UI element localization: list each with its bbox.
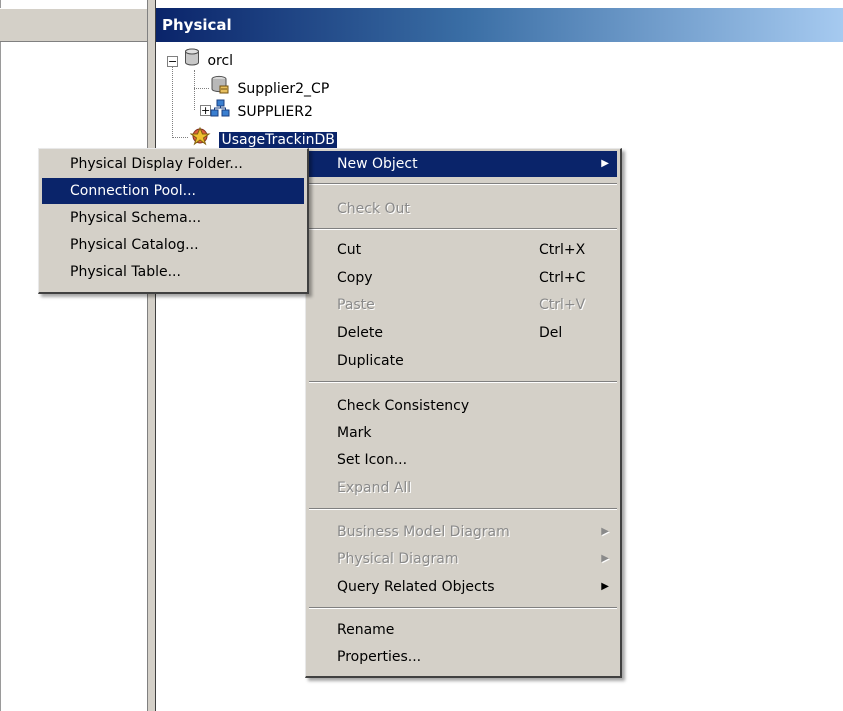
tree-item-label: UsageTrackinDB <box>218 130 338 149</box>
menu-item-label: Physical Table... <box>70 264 181 280</box>
menu-item-label: Properties... <box>337 649 422 665</box>
menu-item-properties[interactable]: Properties... <box>309 644 617 670</box>
menu-item-label: Duplicate <box>337 353 404 369</box>
menu-item-label: Set Icon... <box>337 452 408 468</box>
submenu-item-physical-table[interactable]: Physical Table... <box>42 259 304 285</box>
tree-item-supplier2[interactable]: SUPPLIER2 <box>210 99 313 121</box>
menu-item-label: Physical Diagram <box>337 551 459 567</box>
menu-item-label: Cut <box>337 242 362 258</box>
menu-item-duplicate[interactable]: Duplicate <box>309 348 617 374</box>
tree-item-orcl[interactable]: orcl <box>184 48 233 70</box>
menu-item-shortcut: Ctrl+C <box>539 270 586 286</box>
menu-item-label: Paste <box>337 297 375 313</box>
submenu-arrow-icon: ▶ <box>601 581 609 592</box>
menu-item-shortcut: Ctrl+X <box>539 242 586 258</box>
submenu-arrow-icon: ▶ <box>601 553 609 564</box>
tree-connector-line <box>194 70 195 110</box>
menu-item-query-related-objects[interactable]: Query Related Objects ▶ <box>309 574 617 600</box>
menu-item-shortcut: Del <box>539 325 563 341</box>
tree-item-label: Supplier2_CP <box>237 80 330 97</box>
menu-item-label: Physical Schema... <box>70 210 202 226</box>
physical-pane-header: Physical <box>156 8 843 42</box>
submenu-item-physical-catalog[interactable]: Physical Catalog... <box>42 232 304 258</box>
menu-separator <box>309 607 617 609</box>
menu-item-label: Physical Display Folder... <box>70 156 243 172</box>
menu-separator <box>309 508 617 510</box>
tree-item-label: orcl <box>207 52 234 69</box>
tree-connector-line <box>172 64 173 138</box>
database-icon <box>184 48 200 73</box>
left-pane <box>0 0 150 711</box>
menu-item-label: New Object <box>337 156 418 172</box>
menu-item-expand-all: Expand All <box>309 475 617 501</box>
schema-icon <box>210 99 230 124</box>
submenu-item-physical-display-folder[interactable]: Physical Display Folder... <box>42 151 304 177</box>
menu-item-label: Expand All <box>337 480 412 496</box>
menu-item-label: Delete <box>337 325 383 341</box>
menu-item-mark[interactable]: Mark <box>309 420 617 446</box>
menu-item-label: Check Out <box>337 201 410 217</box>
submenu-item-connection-pool[interactable]: Connection Pool... <box>42 178 304 204</box>
menu-item-set-icon[interactable]: Set Icon... <box>309 447 617 473</box>
tree-connector-line <box>194 88 209 89</box>
menu-separator <box>309 228 617 230</box>
menu-item-label: Rename <box>337 622 395 638</box>
menu-item-business-model-diagram: Business Model Diagram ▶ <box>309 519 617 545</box>
menu-item-check-consistency[interactable]: Check Consistency <box>309 393 617 419</box>
menu-item-label: Check Consistency <box>337 398 470 414</box>
menu-item-label: Copy <box>337 270 373 286</box>
menu-item-label: Connection Pool... <box>70 183 196 199</box>
menu-item-label: Physical Catalog... <box>70 237 199 253</box>
pane-splitter[interactable] <box>147 0 156 711</box>
left-pane-header <box>0 8 147 42</box>
submenu-item-physical-schema[interactable]: Physical Schema... <box>42 205 304 231</box>
menu-item-physical-diagram: Physical Diagram ▶ <box>309 546 617 572</box>
tree-connector-line <box>172 137 188 138</box>
submenu-arrow-icon: ▶ <box>601 158 609 169</box>
menu-item-check-out: Check Out <box>309 196 617 222</box>
menu-item-label: Query Related Objects <box>337 579 495 595</box>
menu-item-shortcut: Ctrl+V <box>539 297 586 313</box>
context-menu: New Object ▶ Check Out Cut Ctrl+X Copy C… <box>305 148 622 678</box>
menu-item-copy[interactable]: Copy Ctrl+C <box>309 265 617 291</box>
new-object-submenu: Physical Display Folder... Connection Po… <box>38 148 309 294</box>
menu-separator <box>309 381 617 383</box>
menu-item-cut[interactable]: Cut Ctrl+X <box>309 237 617 263</box>
tree-item-label: SUPPLIER2 <box>237 103 313 120</box>
submenu-arrow-icon: ▶ <box>601 526 609 537</box>
connection-pool-icon <box>210 75 230 102</box>
tree-item-usagetrackindb[interactable]: UsageTrackinDB <box>189 126 338 149</box>
menu-item-new-object[interactable]: New Object ▶ <box>309 151 617 177</box>
menu-item-delete[interactable]: Delete Del <box>309 320 617 346</box>
menu-item-paste: Paste Ctrl+V <box>309 292 617 318</box>
tree-item-supplier2-cp[interactable]: Supplier2_CP <box>210 75 329 97</box>
menu-item-rename[interactable]: Rename <box>309 617 617 643</box>
menu-item-label: Business Model Diagram <box>337 524 510 540</box>
menu-item-label: Mark <box>337 425 372 441</box>
tree-collapse-toggle[interactable]: − <box>167 56 178 67</box>
menu-separator <box>309 183 617 185</box>
